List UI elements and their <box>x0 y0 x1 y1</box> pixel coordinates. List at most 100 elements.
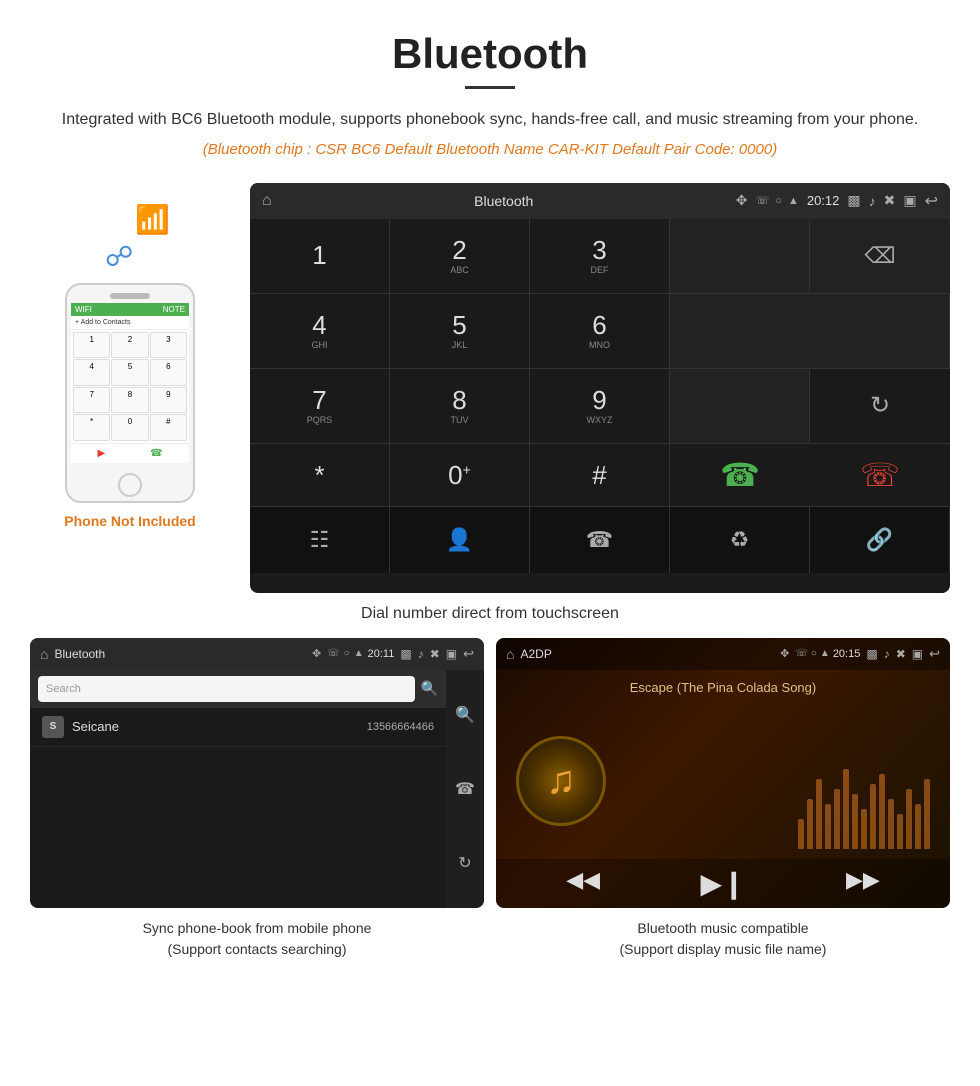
pb-search-icon[interactable]: 🔍 <box>421 680 438 697</box>
dial-key-6[interactable]: 6 MNO <box>530 294 670 368</box>
music-album-art: ♫ <box>516 736 606 826</box>
screen-icon[interactable]: ▣ <box>903 192 916 209</box>
music-content: Escape (The Pina Colada Song) ♫ ◀◀ ▶❙ ▶▶ <box>496 670 950 908</box>
dial-refresh[interactable]: ↻ <box>810 369 950 443</box>
music-back-icon[interactable]: ↩ <box>929 646 940 662</box>
dial-key-7[interactable]: 7 PQRS <box>250 369 390 443</box>
dial-key-1[interactable]: 1 <box>250 219 390 293</box>
music-next-icon[interactable]: ▶▶ <box>846 867 880 900</box>
phone-body: WIFI NOTE + Add to Contacts 1 2 3 4 5 6 … <box>65 283 195 503</box>
dial-endcall-button[interactable]: ☏ <box>810 444 950 506</box>
bluetooth-status-icon: ☏ <box>756 194 770 207</box>
caption-dial: Dial number direct from touchscreen <box>0 605 980 623</box>
pb-screen-icon[interactable]: ▣ <box>446 647 457 661</box>
dial-empty-3 <box>670 369 810 443</box>
dialpad-icon[interactable]: ☷ <box>250 507 390 573</box>
caption-phonebook: Sync phone-book from mobile phone(Suppor… <box>30 918 484 960</box>
pb-bt-icon: ☏ <box>327 648 340 660</box>
dial-key-8[interactable]: 8 TUV <box>390 369 530 443</box>
music-song-title: Escape (The Pina Colada Song) <box>630 680 816 695</box>
pb-search-input[interactable]: Search <box>38 676 415 702</box>
usb-icon: ✥ <box>736 192 748 209</box>
music-home-icon[interactable]: ⌂ <box>506 646 514 662</box>
music-time: 20:15 <box>833 648 861 660</box>
eq-bar <box>816 779 822 849</box>
music-vol-icon[interactable]: ♪ <box>884 647 890 661</box>
pb-contact-row[interactable]: S Seicane 13566664466 <box>30 708 446 747</box>
close-icon[interactable]: ✖ <box>884 192 896 209</box>
music-wifi-icon: ▲ <box>820 648 830 660</box>
location-icon: ○ <box>775 195 782 207</box>
eq-bar <box>888 799 894 849</box>
pb-time: 20:11 <box>368 648 395 660</box>
eq-bar <box>870 784 876 849</box>
music-controls: ◀◀ ▶❙ ▶▶ <box>496 859 950 908</box>
dial-call-button[interactable]: ☎ <box>670 444 810 506</box>
pb-back-icon[interactable]: ↩ <box>463 646 474 662</box>
back-icon[interactable]: ↩ <box>925 191 938 211</box>
bluetooth-bottom-icon[interactable]: ♻ <box>670 507 810 573</box>
music-screen[interactable]: ⌂ A2DP ✥ ☏ ○ ▲ 20:15 ▩ ♪ ✖ ▣ ↩ Escape (T… <box>496 638 950 908</box>
music-status-bar: ⌂ A2DP ✥ ☏ ○ ▲ 20:15 ▩ ♪ ✖ ▣ ↩ <box>496 638 950 670</box>
dial-key-star[interactable]: * <box>250 444 390 506</box>
car-status-icons: ☏ ○ ▲ <box>756 194 799 207</box>
phone-home-btn <box>118 473 142 497</box>
phonebook-screen[interactable]: ⌂ Bluetooth ✥ ☏ ○ ▲ 20:11 ▩ ♪ ✖ ▣ ↩ Sear… <box>30 638 484 908</box>
dial-backspace[interactable]: ⌫ <box>810 219 950 293</box>
music-status-title: A2DP <box>520 647 774 661</box>
music-close-icon[interactable]: ✖ <box>896 647 906 661</box>
eq-bar <box>897 814 903 849</box>
music-bt-icon: ☏ <box>795 648 808 660</box>
contacts-icon[interactable]: 👤 <box>390 507 530 573</box>
car-dial-screen[interactable]: ⌂ Bluetooth ✥ ☏ ○ ▲ 20:12 ▩ ♪ ✖ ▣ ↩ 1 2 … <box>250 183 950 593</box>
pb-contact-phone: 13566664466 <box>367 721 434 733</box>
pb-side-call-icon[interactable]: ☎ <box>455 779 475 799</box>
phone-topbar: WIFI NOTE <box>71 303 189 316</box>
title-divider <box>465 86 515 89</box>
eq-bar <box>879 774 885 849</box>
dial-key-4[interactable]: 4 GHI <box>250 294 390 368</box>
bottom-screens: ⌂ Bluetooth ✥ ☏ ○ ▲ 20:11 ▩ ♪ ✖ ▣ ↩ Sear… <box>0 638 980 908</box>
pb-home-icon[interactable]: ⌂ <box>40 646 48 662</box>
dial-key-hash[interactable]: # <box>530 444 670 506</box>
middle-section: ☍ 📶 WIFI NOTE + Add to Contacts 1 2 3 4 … <box>0 173 980 593</box>
music-visual-area: ♫ <box>496 703 950 859</box>
pb-wifi-icon: ▲ <box>354 648 364 660</box>
dial-key-2[interactable]: 2 ABC <box>390 219 530 293</box>
music-play-pause-icon[interactable]: ▶❙ <box>701 867 746 900</box>
dial-row-2: 4 GHI 5 JKL 6 MNO <box>250 294 950 369</box>
pb-side-refresh-icon[interactable]: ↻ <box>458 853 471 873</box>
music-loc-icon: ○ <box>811 648 817 660</box>
music-screen-icon[interactable]: ▣ <box>912 647 923 661</box>
dial-key-5[interactable]: 5 JKL <box>390 294 530 368</box>
signal-arcs-icon: 📶 <box>135 203 170 236</box>
music-prev-icon[interactable]: ◀◀ <box>566 867 600 900</box>
pb-status-bar: ⌂ Bluetooth ✥ ☏ ○ ▲ 20:11 ▩ ♪ ✖ ▣ ↩ <box>30 638 484 670</box>
music-eq-bars <box>798 703 930 859</box>
pb-side-search-icon[interactable]: 🔍 <box>455 705 475 725</box>
bluetooth-signal: ☍ 📶 <box>90 203 170 273</box>
settings-bottom-icon[interactable]: 🔗 <box>810 507 950 573</box>
music-cam-icon[interactable]: ▩ <box>866 647 877 661</box>
pb-contact-name: Seicane <box>72 719 367 734</box>
home-icon[interactable]: ⌂ <box>262 192 272 210</box>
car-status-bar: ⌂ Bluetooth ✥ ☏ ○ ▲ 20:12 ▩ ♪ ✖ ▣ ↩ <box>250 183 950 219</box>
video-icon: ▶ <box>97 448 105 459</box>
phone-add-contact: + Add to Contacts <box>71 316 189 330</box>
eq-bar <box>924 779 930 849</box>
pb-cam-icon[interactable]: ▩ <box>400 647 411 661</box>
pb-search-bar: Search 🔍 <box>30 670 446 708</box>
dial-row-4: * 0+ # ☎ ☏ <box>250 444 950 507</box>
pb-contact-avatar: S <box>42 716 64 738</box>
phone-illustration: ☍ 📶 WIFI NOTE + Add to Contacts 1 2 3 4 … <box>30 183 230 529</box>
recents-icon[interactable]: ☎ <box>530 507 670 573</box>
dial-key-3[interactable]: 3 DEF <box>530 219 670 293</box>
camera-icon[interactable]: ▩ <box>847 192 860 209</box>
dial-key-0[interactable]: 0+ <box>390 444 530 506</box>
pb-close-icon[interactable]: ✖ <box>430 647 440 661</box>
music-note-icon: ♫ <box>546 758 576 803</box>
volume-icon[interactable]: ♪ <box>869 193 876 209</box>
dial-key-9[interactable]: 9 WXYZ <box>530 369 670 443</box>
pb-vol-icon[interactable]: ♪ <box>418 647 424 661</box>
music-usb-icon: ✥ <box>780 647 789 660</box>
